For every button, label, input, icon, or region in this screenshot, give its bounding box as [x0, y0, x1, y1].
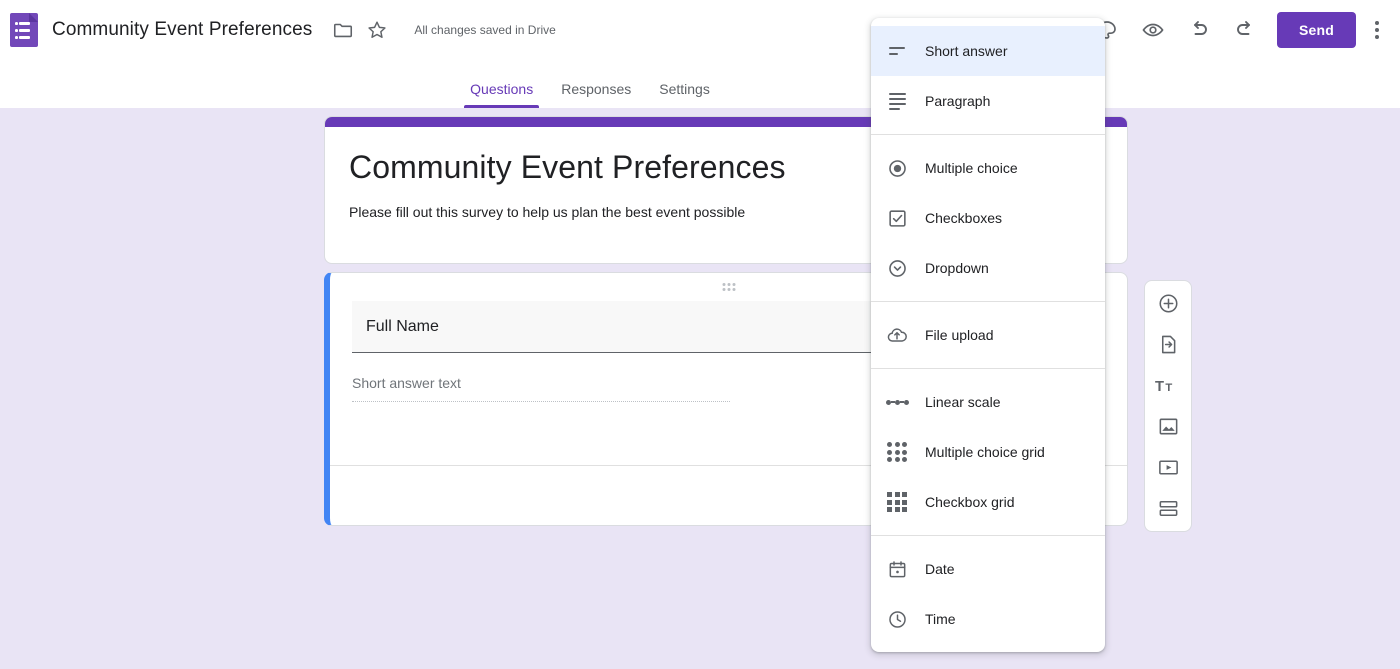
menu-item-label: Short answer [925, 43, 1007, 59]
add-item-toolbar: T T [1144, 280, 1192, 532]
menu-item-paragraph[interactable]: Paragraph [871, 76, 1105, 126]
menu-group-datetime: Date Time [871, 535, 1105, 644]
tab-questions[interactable]: Questions [456, 81, 547, 108]
menu-item-label: File upload [925, 327, 994, 343]
save-status: All changes saved in Drive [414, 23, 555, 37]
add-circle-icon[interactable] [1148, 287, 1188, 320]
tab-settings[interactable]: Settings [645, 81, 724, 108]
document-title[interactable]: Community Event Preferences [52, 19, 312, 41]
menu-group-upload: File upload [871, 301, 1105, 360]
menu-item-file-upload[interactable]: File upload [871, 310, 1105, 360]
menu-item-label: Date [925, 561, 955, 577]
menu-item-multiple-choice-grid[interactable]: Multiple choice grid [871, 427, 1105, 477]
paragraph-icon [885, 89, 909, 113]
title-text-icon[interactable]: T T [1148, 369, 1188, 402]
menu-item-label: Time [925, 611, 956, 627]
eye-preview-icon[interactable] [1131, 8, 1175, 52]
checkbox-icon [885, 206, 909, 230]
svg-text:T: T [1165, 382, 1172, 394]
menu-item-multiple-choice[interactable]: Multiple choice [871, 143, 1105, 193]
menu-item-time[interactable]: Time [871, 594, 1105, 644]
menu-item-checkboxes[interactable]: Checkboxes [871, 193, 1105, 243]
tab-responses[interactable]: Responses [547, 81, 645, 108]
menu-item-dropdown[interactable]: Dropdown [871, 243, 1105, 293]
checkbox-grid-icon [885, 490, 909, 514]
image-icon[interactable] [1148, 410, 1188, 443]
editor-tabs: Questions Responses Settings [0, 62, 1400, 108]
radio-button-icon [885, 156, 909, 180]
menu-group-choice: Multiple choice Checkboxes [871, 134, 1105, 293]
menu-item-label: Dropdown [925, 260, 989, 276]
menu-group-scale-grid: Linear scale Multiple choice grid Checkb… [871, 368, 1105, 527]
menu-item-label: Multiple choice grid [925, 444, 1045, 460]
section-icon[interactable] [1148, 492, 1188, 525]
menu-item-date[interactable]: Date [871, 544, 1105, 594]
question-type-dropdown-menu: Short answer Paragraph [871, 18, 1105, 652]
menu-item-linear-scale[interactable]: Linear scale [871, 377, 1105, 427]
redo-icon[interactable] [1223, 8, 1267, 52]
folder-icon[interactable] [326, 13, 360, 47]
calendar-icon [885, 557, 909, 581]
chevron-circle-down-icon [885, 256, 909, 280]
cloud-upload-icon [885, 323, 909, 347]
menu-item-checkbox-grid[interactable]: Checkbox grid [871, 477, 1105, 527]
star-icon[interactable] [360, 13, 394, 47]
answer-placeholder: Short answer text [352, 375, 730, 402]
video-icon[interactable] [1148, 451, 1188, 484]
more-vertical-icon[interactable] [1362, 10, 1392, 50]
menu-item-label: Multiple choice [925, 160, 1018, 176]
form-canvas: Community Event Preferences Please fill … [0, 108, 1400, 669]
linear-scale-icon [885, 390, 909, 414]
menu-item-label: Checkboxes [925, 210, 1002, 226]
drag-handle-icon[interactable] [722, 283, 735, 291]
menu-group-text: Short answer Paragraph [871, 26, 1105, 126]
short-answer-icon [885, 39, 909, 63]
svg-text:T: T [1155, 379, 1164, 395]
menu-item-label: Paragraph [925, 93, 990, 109]
google-forms-icon[interactable] [10, 13, 38, 47]
menu-item-short-answer[interactable]: Short answer [871, 26, 1105, 76]
import-questions-icon[interactable] [1148, 328, 1188, 361]
menu-item-label: Linear scale [925, 394, 1001, 410]
top-bar-actions: Send [1085, 0, 1400, 60]
send-button[interactable]: Send [1277, 12, 1356, 48]
google-forms-editor: Community Event Preferences All changes … [0, 0, 1400, 669]
clock-icon [885, 607, 909, 631]
radio-grid-icon [885, 440, 909, 464]
undo-icon[interactable] [1177, 8, 1221, 52]
menu-item-label: Checkbox grid [925, 494, 1015, 510]
